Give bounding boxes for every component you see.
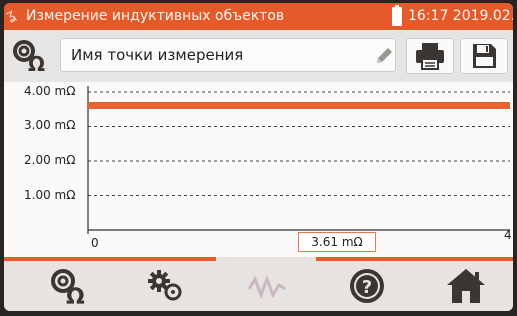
home-button[interactable]	[441, 265, 491, 307]
y-tick-label: 2.00 mΩ	[24, 153, 76, 167]
pencil-icon[interactable]	[373, 45, 395, 67]
x-tick-label: 0	[91, 236, 99, 250]
printer-icon	[416, 43, 444, 70]
brand-logo-icon: ʓ	[4, 6, 18, 25]
active-tab-gap	[216, 257, 316, 261]
floppy-disk-icon	[473, 44, 496, 68]
waveform-button[interactable]	[241, 265, 291, 307]
device-screen: ʓ Измерение индуктивных объектов 16:17 2…	[4, 3, 513, 311]
svg-text:?: ?	[362, 277, 372, 298]
svg-text:Ω: Ω	[66, 285, 85, 307]
svg-text:Ω: Ω	[28, 52, 45, 73]
measurement-mode-button[interactable]: Ω	[42, 265, 92, 310]
y-tick-label: 3.00 mΩ	[24, 118, 76, 132]
header-bar: Ω Имя точки измерения	[4, 30, 513, 82]
clock-datetime: 16:17 2019.02.10	[408, 8, 513, 24]
measurement-point-name-field[interactable]: Имя точки измерения	[60, 38, 396, 72]
settings-button[interactable]	[141, 265, 191, 307]
battery-icon	[392, 5, 402, 26]
help-icon: ?	[350, 269, 384, 303]
y-tick-label: 1.00 mΩ	[24, 188, 76, 202]
home-icon	[447, 269, 485, 303]
status-bar: ʓ Измерение индуктивных объектов 16:17 2…	[4, 3, 513, 30]
bottom-toolbar: Ω ?	[4, 257, 513, 311]
measurement-mode-icon: Ω	[51, 269, 85, 310]
current-value-readout: 3.61 mΩ	[298, 232, 376, 252]
save-button[interactable]	[460, 38, 508, 74]
measurement-mode-icon[interactable]: Ω	[12, 39, 48, 73]
print-button[interactable]	[406, 38, 454, 74]
y-tick-label: 4.00 mΩ	[24, 84, 76, 98]
measurement-chart: 4.00 mΩ 3.00 mΩ 2.00 mΩ 1.00 mΩ 0 4 3.61…	[4, 82, 513, 257]
x-tick-label: 4	[504, 228, 512, 242]
help-button[interactable]: ?	[342, 265, 392, 307]
measurement-point-name: Имя точки измерения	[71, 46, 244, 64]
screen-title: Измерение индуктивных объектов	[26, 8, 285, 24]
waveform-icon	[247, 274, 286, 300]
chart-plot	[87, 86, 510, 234]
settings-icon	[148, 270, 182, 301]
